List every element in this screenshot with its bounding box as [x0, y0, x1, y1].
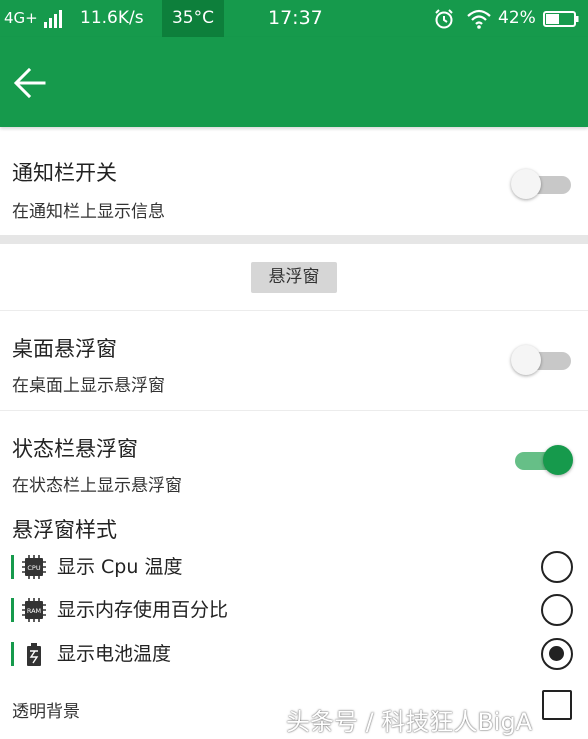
- status-bar: 4G+ 11.6K/s 35°C 17:37 42%: [0, 0, 588, 37]
- style-option-cpu[interactable]: CPU 显示 Cpu 温度: [0, 549, 588, 585]
- network-type: 4G+: [4, 9, 38, 27]
- float-style-heading: 悬浮窗样式: [12, 518, 117, 542]
- floating-window-section-label: 悬浮窗: [251, 262, 337, 293]
- alarm-icon: [435, 9, 453, 29]
- chip-text: RAM: [27, 607, 41, 615]
- desktop-float-switch[interactable]: [511, 341, 573, 377]
- battery-temp-icon: [27, 643, 41, 666]
- temperature-readout: 35°C: [162, 0, 224, 37]
- style-option-battery[interactable]: 显示电池温度: [0, 636, 588, 672]
- accent-bar: [11, 642, 14, 666]
- transparent-bg-checkbox[interactable]: [542, 690, 572, 720]
- option-label: 显示电池温度: [57, 643, 172, 665]
- clock: 17:37: [268, 7, 323, 29]
- cpu-radio[interactable]: [541, 551, 573, 583]
- watermark: 头条号 / 科技狂人BigA: [286, 708, 533, 736]
- transparent-bg-label: 透明背景: [12, 702, 80, 722]
- network-speed: 11.6K/s: [80, 8, 144, 28]
- statusbar-float-switch[interactable]: [511, 441, 573, 477]
- setting-subtitle: 在桌面上显示悬浮窗: [12, 376, 165, 396]
- option-label: 显示 Cpu 温度: [57, 556, 183, 578]
- accent-bar: [11, 598, 14, 622]
- wifi-icon: [467, 9, 491, 29]
- setting-title: 桌面悬浮窗: [12, 337, 117, 361]
- ram-chip-icon: RAM: [22, 598, 46, 622]
- app-bar: [0, 37, 588, 127]
- setting-title: 通知栏开关: [12, 161, 117, 185]
- cpu-chip-icon: CPU: [22, 555, 46, 579]
- arrow-left-icon[interactable]: [12, 65, 48, 101]
- notification-switch[interactable]: [511, 165, 573, 201]
- battery-radio[interactable]: [541, 638, 573, 670]
- setting-title: 状态栏悬浮窗: [12, 437, 138, 461]
- notification-setting-row[interactable]: 通知栏开关 在通知栏上显示信息: [0, 130, 588, 235]
- signal-icon: [44, 10, 62, 28]
- option-label: 显示内存使用百分比: [57, 599, 229, 621]
- setting-subtitle: 在状态栏上显示悬浮窗: [12, 476, 182, 496]
- statusbar-float-setting-row[interactable]: 状态栏悬浮窗 在状态栏上显示悬浮窗: [0, 411, 588, 510]
- chip-text: CPU: [27, 564, 40, 572]
- style-option-ram[interactable]: RAM 显示内存使用百分比: [0, 592, 588, 628]
- battery-percent: 42%: [498, 8, 536, 28]
- accent-bar: [11, 555, 14, 579]
- setting-subtitle: 在通知栏上显示信息: [12, 202, 165, 222]
- section-separator: [0, 235, 588, 244]
- ram-radio[interactable]: [541, 594, 573, 626]
- desktop-float-setting-row[interactable]: 桌面悬浮窗 在桌面上显示悬浮窗: [0, 311, 588, 410]
- battery-icon: [543, 11, 579, 27]
